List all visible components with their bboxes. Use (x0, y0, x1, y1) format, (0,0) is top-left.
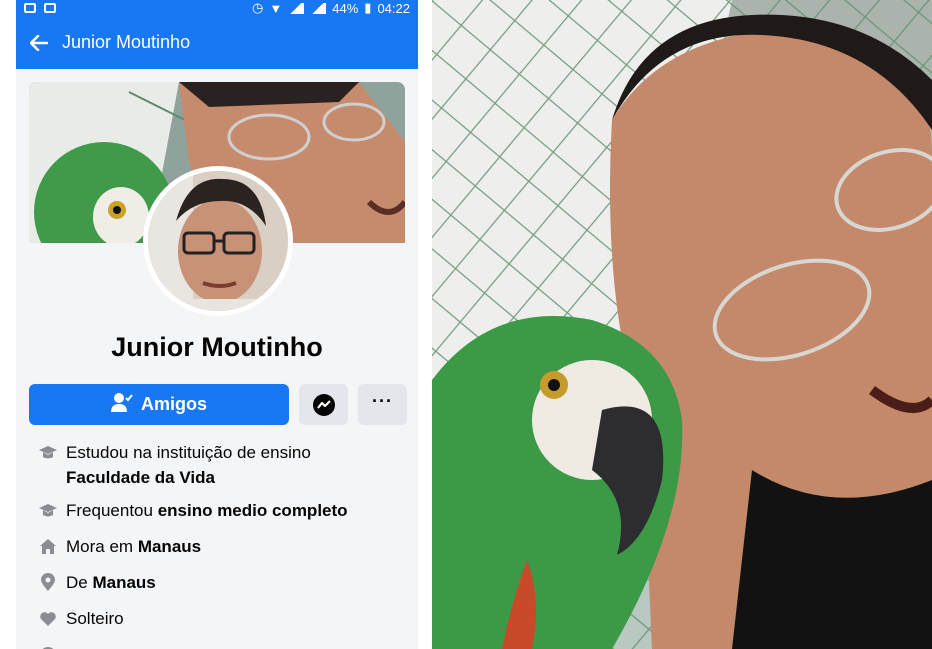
clock: 04:22 (377, 0, 410, 16)
top-navbar: Junior Moutinho (16, 16, 418, 69)
detail-text: De (66, 573, 88, 592)
page-title: Junior Moutinho (62, 32, 191, 52)
cover-photo-enlarged (432, 0, 932, 649)
battery-icon: ▮ (364, 0, 372, 15)
alarm-icon: ◷ (252, 0, 264, 15)
detail-value[interactable]: Manaus (138, 537, 201, 556)
graduation-cap-icon (29, 440, 66, 465)
detail-value[interactable]: Manaus (92, 573, 155, 592)
messenger-button[interactable] (299, 384, 348, 425)
detail-text: Mora em (66, 537, 134, 556)
detail-text: Estudou na instituição de ensino (66, 443, 311, 462)
battery-percent: 44% (332, 0, 359, 16)
detail-education-school: Frequentou ensino medio completo (29, 498, 409, 523)
video-icon (44, 3, 56, 13)
clock-icon (29, 642, 66, 649)
detail-education-college: Estudou na instituição de ensino Faculda… (29, 440, 409, 490)
home-icon (29, 534, 66, 559)
detail-value[interactable]: ensino medio completo (158, 501, 348, 520)
arrow-left-icon[interactable] (16, 34, 62, 51)
more-button[interactable]: ··· (358, 384, 407, 425)
profile-name: Junior Moutinho (111, 332, 323, 362)
wifi-icon: ▼ (269, 0, 283, 16)
friends-button-label: Amigos (140, 394, 207, 414)
detail-from: De Manaus (29, 570, 409, 595)
status-bar: ◷ ▼ 44% ▮ 04:22 (16, 0, 418, 16)
heart-icon (29, 606, 66, 631)
detail-cutoff (29, 642, 409, 649)
user-check-icon (110, 392, 133, 417)
detail-value[interactable]: Faculdade da Vida (66, 468, 215, 487)
profile-actions: Amigos ··· (29, 384, 407, 425)
signal-icon (288, 2, 305, 14)
detail-relationship: Solteiro (29, 606, 409, 631)
intro-details: Estudou na instituição de ensino Faculda… (29, 440, 409, 649)
detail-text: Solteiro (66, 609, 124, 628)
phone-screenshot: ◷ ▼ 44% ▮ 04:22 Junior Moutinho Junior M… (16, 0, 418, 649)
graduation-cap-icon (29, 498, 66, 523)
signal-icon (310, 2, 327, 14)
messenger-icon (312, 393, 335, 416)
friends-button[interactable]: Amigos (29, 384, 289, 425)
detail-lives-in: Mora em Manaus (29, 534, 409, 559)
avatar[interactable] (143, 166, 293, 316)
more-icon: ··· (372, 391, 393, 411)
detail-text: Frequentou (66, 501, 153, 520)
gallery-icon (24, 3, 36, 13)
location-pin-icon (29, 570, 66, 595)
